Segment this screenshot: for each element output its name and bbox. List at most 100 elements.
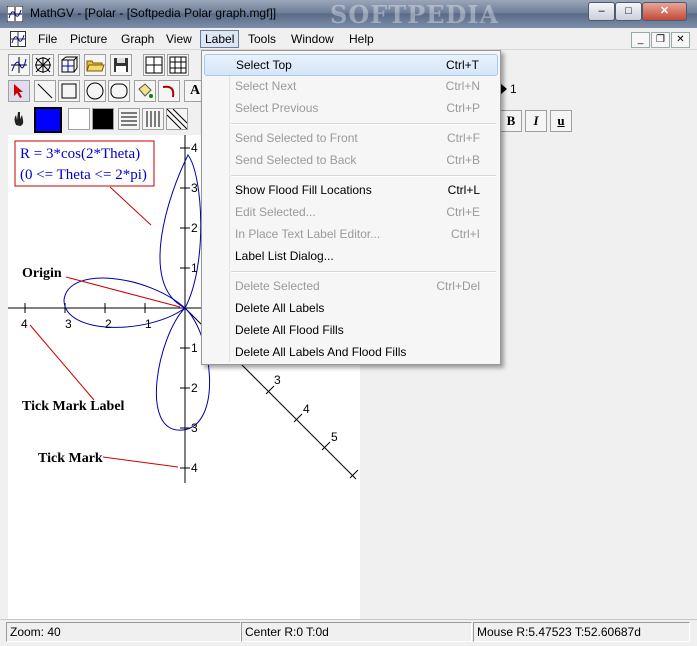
open-folder-icon[interactable] <box>84 54 106 76</box>
line-width-value: 1 <box>510 82 517 96</box>
window-title: MathGV - [Polar - [Softpedia Polar graph… <box>30 6 277 20</box>
flood-fill-icon[interactable] <box>134 80 156 102</box>
minimize-button[interactable]: – <box>588 2 615 21</box>
menu-item-label: Select Next <box>235 79 297 93</box>
menu-item-shortcut: Ctrl+E <box>446 205 480 219</box>
menu-item-label: Delete All Labels <box>235 301 325 315</box>
menu-item-label: Select Previous <box>235 101 319 115</box>
fill-vertical-icon[interactable] <box>142 108 164 130</box>
y-tick-label: 3 <box>191 181 198 195</box>
rounded-rect-tool-icon[interactable] <box>108 80 130 102</box>
app-window: MathGV - [Polar - [Softpedia Polar graph… <box>0 0 697 646</box>
menu-picture[interactable]: Picture <box>66 31 111 47</box>
menu-view[interactable]: View <box>162 31 196 47</box>
menu-item-select-next[interactable]: Select Next Ctrl+N <box>204 76 498 96</box>
bold-button[interactable]: B <box>500 110 522 132</box>
menu-item-delete-selected[interactable]: Delete Selected Ctrl+Del <box>204 276 498 296</box>
italic-button[interactable]: I <box>525 110 547 132</box>
menu-item-shortcut: Ctrl+L <box>447 183 480 197</box>
menu-item-label-list-dialog[interactable]: Label List Dialog... <box>204 246 498 266</box>
menu-item-shortcut: Ctrl+N <box>445 79 480 93</box>
menu-item-select-previous[interactable]: Select Previous Ctrl+P <box>204 98 498 118</box>
status-center: Center R:0 T:0d <box>241 622 472 642</box>
menu-window[interactable]: Window <box>287 31 338 47</box>
menu-item-label: Delete All Flood Fills <box>235 323 344 337</box>
hand-icon[interactable] <box>8 108 30 130</box>
y-tick-label: 2 <box>191 381 198 395</box>
menu-item-select-top[interactable]: Select Top Ctrl+T <box>204 54 498 76</box>
menu-item-send-selected-to-back[interactable]: Send Selected to Back Ctrl+B <box>204 150 498 170</box>
save-icon[interactable] <box>110 54 132 76</box>
title-bar: MathGV - [Polar - [Softpedia Polar graph… <box>0 0 697 29</box>
arc-tool-icon[interactable] <box>158 80 180 102</box>
menu-item-label: Delete Selected <box>235 279 320 293</box>
x-tick-label: 4 <box>21 317 28 331</box>
mdi-minimize-button[interactable]: _ <box>631 32 650 48</box>
y-tick-label: 3 <box>191 421 198 435</box>
3d-graph-icon[interactable] <box>58 54 80 76</box>
close-button[interactable]: ✕ <box>642 2 687 21</box>
y-tick-label: 1 <box>191 261 198 275</box>
menu-item-delete-all-labels-and-flood-fills[interactable]: Delete All Labels And Flood Fills <box>204 342 498 362</box>
menu-item-shortcut: Ctrl+Del <box>436 279 480 293</box>
rectangle-tool-icon[interactable] <box>58 80 80 102</box>
menu-item-shortcut: Ctrl+B <box>446 153 480 167</box>
menu-help[interactable]: Help <box>345 31 378 47</box>
tick-mark-annotation: Tick Mark <box>38 451 103 466</box>
menu-item-delete-all-flood-fills[interactable]: Delete All Flood Fills <box>204 320 498 340</box>
x-tick-label: 1 <box>145 317 152 331</box>
menu-item-label: Delete All Labels And Flood Fills <box>235 345 407 359</box>
x-tick-label: 2 <box>105 317 112 331</box>
select-arrow-icon[interactable] <box>8 80 30 102</box>
line-tool-icon[interactable] <box>34 80 56 102</box>
menu-item-shortcut: Ctrl+F <box>447 131 480 145</box>
polar-graph-icon[interactable] <box>32 54 54 76</box>
menu-tools[interactable]: Tools <box>244 31 280 47</box>
menu-file[interactable]: File <box>34 31 61 47</box>
status-zoom: Zoom: 40 <box>6 622 241 642</box>
diagonal-tick-label: 4 <box>303 402 310 416</box>
watermark: SOFTPEDIA <box>330 0 500 29</box>
document-icon[interactable] <box>10 31 26 47</box>
label-menu-dropdown: Select Top Ctrl+T Select Next Ctrl+N Select … <box>201 50 501 365</box>
color-swatch-blue[interactable] <box>34 107 62 133</box>
fill-horizontal-icon[interactable] <box>118 108 140 130</box>
grid-cross-icon[interactable] <box>143 54 165 76</box>
menu-label[interactable]: Label <box>200 30 240 48</box>
menu-item-in-place-text-label-editor[interactable]: In Place Text Label Editor... Ctrl+I <box>204 224 498 244</box>
menu-item-shortcut: Ctrl+P <box>446 101 480 115</box>
menu-item-send-selected-to-front[interactable]: Send Selected to Front Ctrl+F <box>204 128 498 148</box>
menu-item-label: Show Flood Fill Locations <box>235 183 372 197</box>
menu-item-delete-all-labels[interactable]: Delete All Labels <box>204 298 498 318</box>
origin-label: Origin <box>22 266 62 281</box>
menu-item-label: Edit Selected... <box>235 205 316 219</box>
grid-icon[interactable] <box>167 54 189 76</box>
menu-separator <box>231 175 496 177</box>
fill-none-icon[interactable] <box>68 108 90 130</box>
menu-item-shortcut: Ctrl+T <box>446 58 479 72</box>
status-mouse: Mouse R:5.47523 T:52.60687d <box>473 622 690 642</box>
diagonal-tick-label: 5 <box>331 430 338 444</box>
ellipse-tool-icon[interactable] <box>84 80 106 102</box>
menu-item-show-flood-fill-locations[interactable]: Show Flood Fill Locations Ctrl+L <box>204 180 498 200</box>
maximize-button[interactable]: □ <box>615 2 642 21</box>
cartesian-graph-icon[interactable] <box>8 54 30 76</box>
mdi-restore-button[interactable]: ❐ <box>651 32 670 48</box>
menu-separator <box>231 123 496 125</box>
menu-separator <box>231 271 496 273</box>
menu-item-label: Send Selected to Front <box>235 131 358 145</box>
fill-diagonal-icon[interactable] <box>166 108 188 130</box>
underline-button[interactable]: u <box>550 110 572 132</box>
tick-mark-label-annotation: Tick Mark Label <box>22 399 125 414</box>
menu-item-edit-selected[interactable]: Edit Selected... Ctrl+E <box>204 202 498 222</box>
equation-line2: (0 <= Theta <= 2*pi) <box>20 167 147 183</box>
rose-curve <box>63 154 210 431</box>
mdi-close-button[interactable]: ✕ <box>671 32 690 48</box>
menu-item-label: In Place Text Label Editor... <box>235 227 381 241</box>
line-width-arrow-icon[interactable] <box>500 83 507 95</box>
menu-graph[interactable]: Graph <box>117 31 158 47</box>
fill-solid-icon[interactable] <box>92 108 114 130</box>
menu-item-label: Label List Dialog... <box>235 249 334 263</box>
diagonal-tick-marks <box>265 385 359 479</box>
y-tick-label: 2 <box>191 221 198 235</box>
